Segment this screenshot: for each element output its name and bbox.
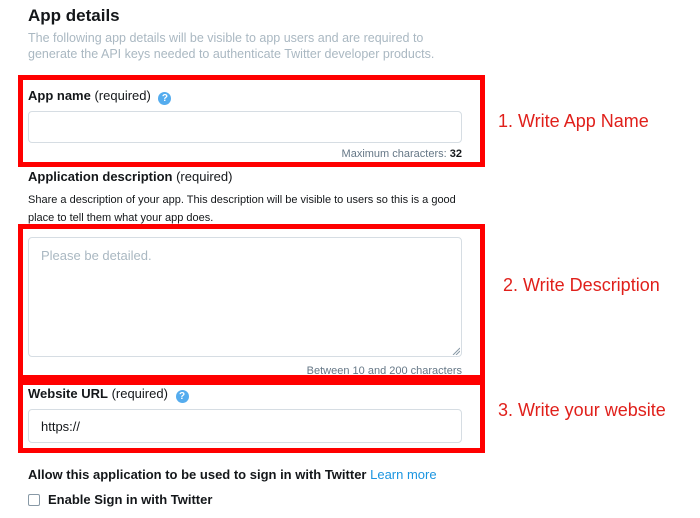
- description-label-text: Application description: [28, 169, 173, 184]
- learn-more-link[interactable]: Learn more: [370, 467, 436, 482]
- section-subtitle: The following app details will be visibl…: [28, 31, 435, 61]
- sign-in-checkbox-row[interactable]: Enable Sign in with Twitter: [28, 492, 212, 507]
- annotation-step2: 2. Write Description: [503, 275, 660, 295]
- sign-in-checkbox-label: Enable Sign in with Twitter: [48, 492, 213, 507]
- description-help-text: Share a description of your app. This de…: [28, 194, 456, 224]
- section-title: App details: [28, 6, 120, 25]
- annotation-step1: 1. Write App Name: [498, 111, 649, 131]
- annotation-box-website: [18, 380, 485, 453]
- sign-in-label-text: Allow this application to be used to sig…: [28, 467, 367, 482]
- annotation-step3: 3. Write your website: [498, 400, 666, 420]
- annotation-box-description: [18, 224, 485, 380]
- sign-in-label: Allow this application to be used to sig…: [28, 467, 437, 482]
- sign-in-checkbox[interactable]: [28, 493, 40, 506]
- description-required: (required): [176, 169, 233, 184]
- annotation-box-app-name: [18, 75, 485, 167]
- description-label: Application description (required): [28, 169, 232, 184]
